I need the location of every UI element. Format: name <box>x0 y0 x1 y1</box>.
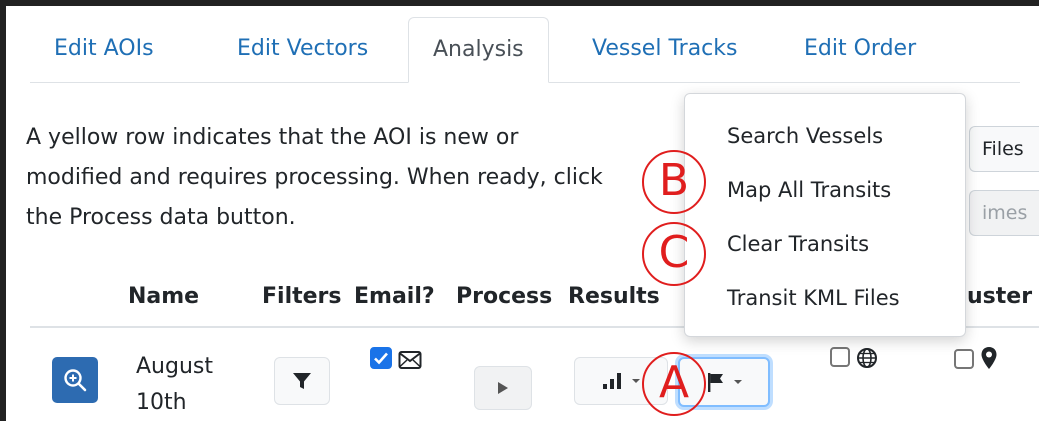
annotation-marker-b: B <box>642 150 706 214</box>
info-line-2: modified and requires processing. When r… <box>26 165 603 190</box>
header-results[interactable]: Results <box>568 284 660 309</box>
header-cluster[interactable]: uster <box>967 284 1032 309</box>
annotation-marker-a: A <box>642 352 706 416</box>
info-line-3: the Process data button. <box>26 205 296 230</box>
process-data-button[interactable] <box>474 366 532 410</box>
window-top-border <box>0 0 1039 6</box>
header-process[interactable]: Process <box>456 284 552 309</box>
checkmark-icon <box>374 352 388 365</box>
tab-edit-aois[interactable]: Edit AOIs <box>30 17 178 83</box>
header-email[interactable]: Email? <box>354 284 435 309</box>
map-pin-icon <box>981 347 997 369</box>
funnel-icon <box>293 373 311 389</box>
zoom-to-aoi-button[interactable] <box>52 357 98 403</box>
menu-item-search-vessels[interactable]: Search Vessels <box>727 124 883 148</box>
files-button[interactable]: Files <box>969 126 1039 172</box>
globe-checkbox[interactable] <box>830 347 850 367</box>
tab-edit-vectors[interactable]: Edit Vectors <box>213 17 392 83</box>
aoi-name-line-2: 10th <box>136 390 187 415</box>
cluster-checkbox[interactable] <box>954 349 974 369</box>
tab-edit-order[interactable]: Edit Order <box>780 17 940 83</box>
globe-icon <box>857 348 877 368</box>
filters-button[interactable] <box>274 357 330 405</box>
header-name[interactable]: Name <box>128 284 199 309</box>
vessel-tracks-menu: Search Vessels Map All Transits Clear Tr… <box>684 93 966 337</box>
bar-chart-icon <box>603 373 621 389</box>
play-icon <box>498 382 508 394</box>
tab-vessel-tracks[interactable]: Vessel Tracks <box>568 17 761 83</box>
email-checkbox[interactable] <box>370 347 392 369</box>
tab-analysis[interactable]: Analysis <box>408 17 549 83</box>
menu-item-clear-transits[interactable]: Clear Transits <box>727 232 869 256</box>
caret-down-icon <box>632 379 640 383</box>
aoi-name-cell: August 10th <box>136 349 213 421</box>
flag-icon <box>708 373 723 392</box>
menu-item-transit-kml-files[interactable]: Transit KML Files <box>727 286 900 310</box>
annotation-marker-c: C <box>642 222 706 286</box>
menu-item-map-all-transits[interactable]: Map All Transits <box>727 178 891 202</box>
zoom-in-icon <box>64 369 87 392</box>
info-message: A yellow row indicates that the AOI is n… <box>26 118 726 238</box>
window-left-border <box>0 0 6 421</box>
envelope-icon <box>398 351 422 369</box>
tab-bar: Edit AOIs Edit Vectors Analysis Vessel T… <box>30 17 1020 83</box>
info-line-1: A yellow row indicates that the AOI is n… <box>26 125 519 150</box>
header-filters[interactable]: Filters <box>262 284 342 309</box>
times-button[interactable]: imes <box>969 190 1039 236</box>
aoi-name-line-1: August <box>136 354 213 379</box>
caret-down-icon <box>734 380 742 384</box>
